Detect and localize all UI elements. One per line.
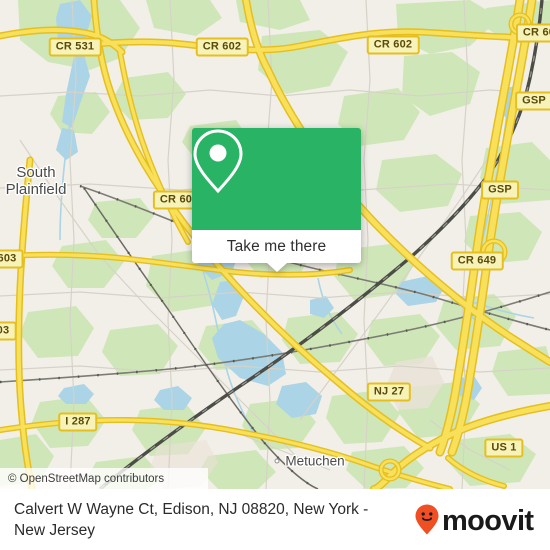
- road-shield-cr-531: CR 531: [48, 37, 102, 57]
- road-shield-gsp-a: GSP: [515, 91, 550, 111]
- callout-pointer: [266, 263, 287, 272]
- road-shield-cr-60-edge: CR 60: [515, 23, 550, 43]
- road-shield-03: 03: [0, 321, 17, 341]
- road-shield-cr-649: CR 649: [450, 251, 504, 271]
- map-attribution[interactable]: © OpenStreetMap contributors: [0, 468, 208, 489]
- svg-text:moovit: moovit: [442, 505, 534, 537]
- road-shield-603: 603: [0, 249, 24, 269]
- location-title: Calvert W Wayne Ct, Edison, NJ 08820, Ne…: [14, 500, 369, 539]
- moovit-logo[interactable]: moovit: [414, 503, 536, 537]
- road-shield-nj-27: NJ 27: [366, 382, 412, 402]
- callout-footer[interactable]: Take me there: [192, 230, 361, 272]
- screenshot-root: South Plainfield Metuchen CR 531 CR 602 C…: [0, 0, 550, 550]
- place-label-south-plainfield: South Plainfield: [5, 164, 67, 198]
- footer-bar: Calvert W Wayne Ct, Edison, NJ 08820, Ne…: [0, 489, 550, 550]
- take-me-there-label: Take me there: [226, 237, 327, 255]
- callout-header: [192, 128, 361, 230]
- location-callout[interactable]: Take me there: [192, 128, 361, 272]
- road-shield-gsp-b: GSP: [481, 180, 519, 200]
- road-shield-i-287: I 287: [58, 412, 98, 432]
- place-dot-metuchen: [274, 458, 280, 464]
- place-label-metuchen: Metuchen: [285, 453, 345, 469]
- moovit-smiley-pin-icon: moovit: [415, 504, 535, 537]
- map-canvas[interactable]: South Plainfield Metuchen CR 531 CR 602 C…: [0, 0, 550, 489]
- road-shield-us-1: US 1: [484, 438, 524, 458]
- road-shield-cr-602-a: CR 602: [195, 37, 249, 57]
- attribution-text: © OpenStreetMap contributors: [8, 472, 165, 485]
- road-shield-cr-602-b: CR 602: [366, 35, 420, 55]
